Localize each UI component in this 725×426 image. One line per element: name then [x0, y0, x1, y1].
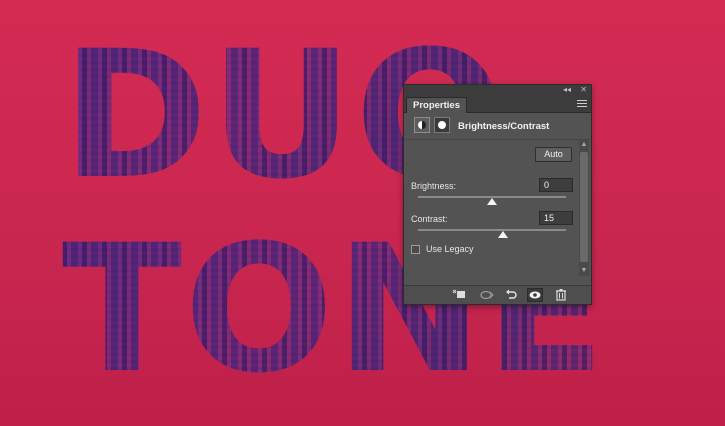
scroll-up-icon[interactable]: ▲	[579, 140, 589, 150]
scroll-down-icon[interactable]: ▼	[579, 266, 589, 276]
view-previous-state-icon[interactable]	[479, 288, 495, 302]
panel-footer	[404, 285, 591, 304]
properties-panel: ◂◂ ✕ Properties Brightness/Contrast Auto…	[403, 84, 592, 305]
contrast-slider-thumb[interactable]	[498, 231, 509, 238]
panel-menu-icon[interactable]	[577, 98, 587, 109]
adjustment-header: Brightness/Contrast	[404, 113, 591, 140]
brightness-contrast-adjustment-icon[interactable]	[414, 117, 430, 133]
tab-properties[interactable]: Properties	[406, 97, 467, 113]
use-legacy-label: Use Legacy	[426, 244, 474, 254]
brightness-value-field[interactable]: 0	[539, 178, 573, 192]
clip-to-layer-icon[interactable]	[451, 288, 467, 302]
auto-button[interactable]: Auto	[535, 147, 572, 162]
contrast-slider-track[interactable]	[418, 229, 566, 231]
use-legacy-checkbox[interactable]	[411, 245, 420, 254]
panel-scrollbar[interactable]: ▲ ▼	[579, 140, 589, 276]
panel-top-bar[interactable]: ◂◂ ✕	[404, 85, 591, 95]
reset-icon[interactable]	[503, 288, 519, 302]
brightness-label: Brightness:	[411, 181, 457, 191]
scrollbar-thumb[interactable]	[580, 152, 588, 262]
brightness-slider-thumb[interactable]	[487, 198, 497, 205]
adjustment-body: Auto Brightness: 0 Contrast: 15 Use Lega…	[404, 140, 591, 287]
panel-tab-row: Properties	[404, 95, 591, 113]
contrast-label: Contrast:	[411, 214, 448, 224]
collapse-icon[interactable]: ◂◂	[563, 85, 571, 95]
close-icon[interactable]: ✕	[580, 85, 587, 95]
visibility-eye-icon[interactable]	[527, 288, 543, 302]
layer-mask-icon[interactable]	[434, 117, 450, 133]
trash-icon[interactable]	[553, 288, 569, 302]
contrast-value-field[interactable]: 15	[539, 211, 573, 225]
adjustment-title: Brightness/Contrast	[458, 121, 550, 132]
